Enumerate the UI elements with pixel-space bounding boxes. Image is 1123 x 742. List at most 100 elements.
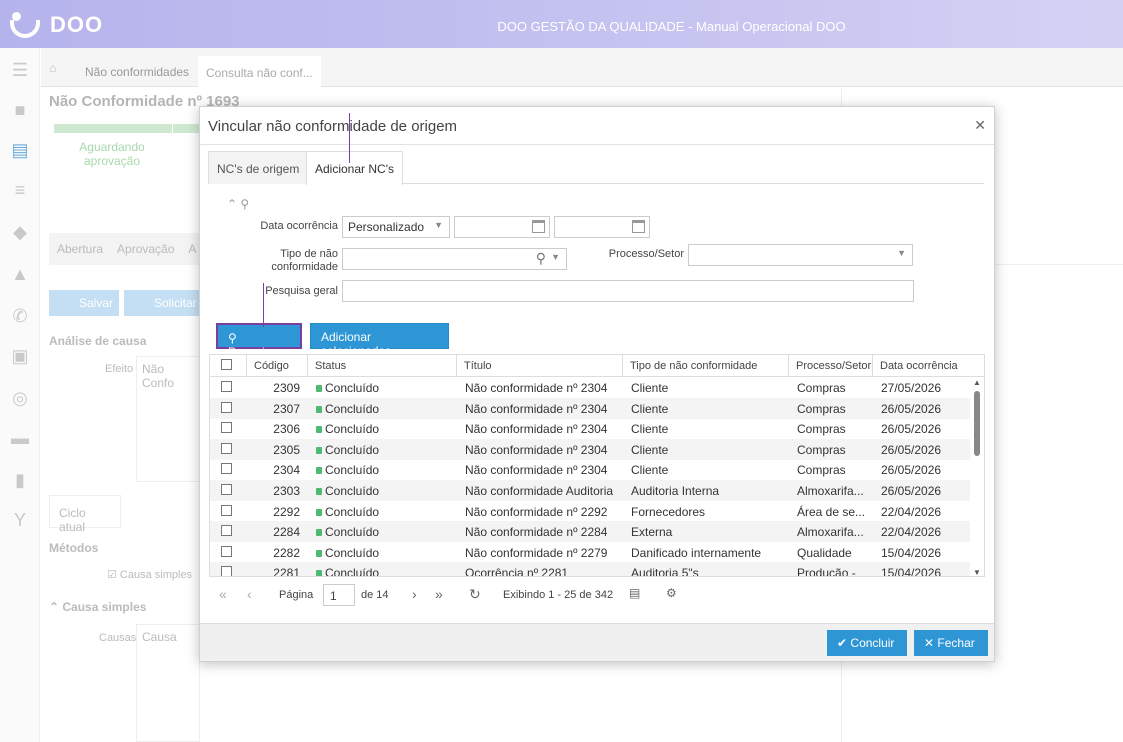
page-input[interactable]: 1 [323,584,355,606]
col-code[interactable]: Código [247,355,308,377]
tab-more[interactable]: A [188,242,196,256]
last-page-icon[interactable]: » [435,586,443,602]
row-checkbox[interactable] [221,381,232,392]
grid-scrollbar[interactable]: ▲ ▼ [970,377,984,576]
table-row[interactable]: 2282 Concluído Não conformidade nº 2279 Dan… [210,542,972,563]
process-select[interactable]: ▼ [688,244,913,266]
table-row[interactable]: 2303 Concluído Não conformidade Auditoria A… [210,480,972,501]
row-checkbox[interactable] [221,545,232,557]
refresh-icon[interactable]: ↻ [469,586,481,603]
causes-field[interactable]: Causa [136,624,200,742]
calendar-icon[interactable] [632,220,645,233]
row-checkbox[interactable] [221,463,232,475]
cell-title: Não conformidade nº 2304 [465,442,608,457]
table-row[interactable]: 2304 Concluído Não conformidade nº 2304 Cli… [210,459,972,480]
table-row[interactable]: 2292 Concluído Não conformidade nº 2292 For… [210,501,972,522]
prev-page-icon[interactable]: ‹ [247,586,252,602]
date-range-select[interactable]: Personalizado ▼ [342,216,450,238]
cell-process: Compras [797,381,846,395]
table-row[interactable]: 2281 Concluído Ocorrência nº 2281 Auditoria… [210,562,972,577]
status-dot-icon [316,405,322,413]
causes-label: Causas [99,632,137,644]
table-row[interactable]: 2309 Concluído Não conformidade nº 2304 Cli… [210,377,972,398]
select-all-checkbox[interactable] [221,359,232,370]
cell-status: Concluído [308,480,457,501]
tab-abertura[interactable]: Abertura [57,242,103,256]
home-icon[interactable]: ⌂ [49,61,63,75]
phone-icon[interactable]: ✆ [10,306,30,326]
cell-type: Fornecedores [631,504,706,519]
tab-add-nc[interactable]: Adicionar NC's [306,151,403,185]
col-date[interactable]: Data ocorrência [873,355,984,377]
menu-icon[interactable]: ☰ [10,60,30,80]
tab-cycle[interactable]: Ciclo atual [49,495,121,534]
request-button[interactable]: Solicitar [124,290,200,316]
target-icon[interactable]: ◎ [10,388,30,408]
date-end-field[interactable] [554,216,650,238]
table-row[interactable]: 2305 Concluído Não conformidade nº 2304 Cli… [210,438,972,460]
row-checkbox[interactable] [221,422,232,434]
truck-icon[interactable]: ▬ [10,428,30,448]
fork-icon[interactable]: Y [10,510,30,530]
scroll-thumb[interactable] [974,391,980,456]
chevron-down-icon[interactable]: ▼ [551,252,560,262]
conclude-button[interactable]: ✔ Concluir [827,630,907,656]
list-icon[interactable]: ≡ [10,180,30,200]
filter-toggle[interactable]: ⌃ ⚲ [227,197,249,211]
search-icon: ⚲ [240,197,250,211]
row-checkbox[interactable] [221,401,232,413]
row-checkbox[interactable] [221,566,232,576]
simple-cause-section: ⌃ Causa simples [49,600,147,614]
page-total: de 14 [361,589,389,601]
warning-icon[interactable]: ▲ [10,264,30,284]
search-icon[interactable]: ⚲ [536,250,546,267]
cell-date: 22/04/2026 [881,525,942,540]
calendar-icon[interactable] [532,220,545,233]
scroll-up-icon[interactable]: ▲ [973,378,981,387]
col-title[interactable]: Título [457,355,623,377]
print-icon[interactable]: ▤ [629,586,640,600]
add-selected-button[interactable]: Adicionar selecionados [310,323,449,358]
breadcrumb-current[interactable]: Consulta não conf... [198,56,321,87]
close-icon[interactable]: ✕ [974,117,986,134]
row-checkbox[interactable] [221,442,232,454]
scroll-down-icon[interactable]: ▼ [973,568,981,576]
col-status[interactable]: Status [308,355,457,377]
next-page-icon[interactable]: › [412,586,417,602]
close-button[interactable]: ✕ Fechar [914,630,988,656]
cell-type: Auditoria 5"s [631,566,699,577]
clipboard-icon[interactable]: ▤ [10,140,30,160]
cell-type: Auditoria Interna [631,484,720,498]
row-checkbox[interactable] [221,504,232,516]
chart-icon[interactable]: ▮ [10,470,30,490]
save-button[interactable]: Salvar [49,290,119,316]
col-process[interactable]: Processo/Setor [789,355,873,377]
breadcrumb-item[interactable]: Não conformidades [85,65,189,79]
simple-cause-checkbox[interactable]: ☑ Causa simples [107,568,192,581]
type-search-field[interactable]: ⚲ ▼ [342,248,567,270]
table-row[interactable]: 2306 Concluído Não conformidade nº 2304 Cli… [210,418,972,439]
table-row[interactable]: 2284 Concluído Não conformidade nº 2284 Ext… [210,521,972,543]
tab-aprovacao[interactable]: Aprovação [117,242,174,256]
status-dot-icon [316,426,322,434]
first-page-icon[interactable]: « [219,586,227,602]
user-card-icon[interactable]: ▣ [10,346,30,366]
col-type[interactable]: Tipo de não conformidade [623,355,789,377]
row-checkbox[interactable] [221,525,232,537]
cell-date: 26/05/2026 [881,401,942,416]
shield-icon[interactable]: ◆ [10,222,30,242]
tab-nc-origin[interactable]: NC's de origem [208,151,309,184]
close-icon: ✕ [924,636,935,650]
effect-field[interactable]: Não Confo [136,356,200,482]
dialog-footer: ✔ Concluir ✕ Fechar [200,623,994,661]
folder-icon[interactable]: ■ [10,100,30,120]
cell-title: Não conformidade nº 2304 [465,401,608,416]
cell-process: Compras [797,442,846,457]
settings-icon[interactable]: ⚙ [666,586,677,600]
date-start-field[interactable] [454,216,550,238]
search-button[interactable]: ⚲ Pesquisar [216,323,302,359]
general-search-input[interactable] [342,280,914,302]
row-checkbox[interactable] [221,484,232,495]
table-row[interactable]: 2307 Concluído Não conformidade nº 2304 Cli… [210,397,972,419]
dialog-title: Vincular não conformidade de origem [208,118,458,135]
